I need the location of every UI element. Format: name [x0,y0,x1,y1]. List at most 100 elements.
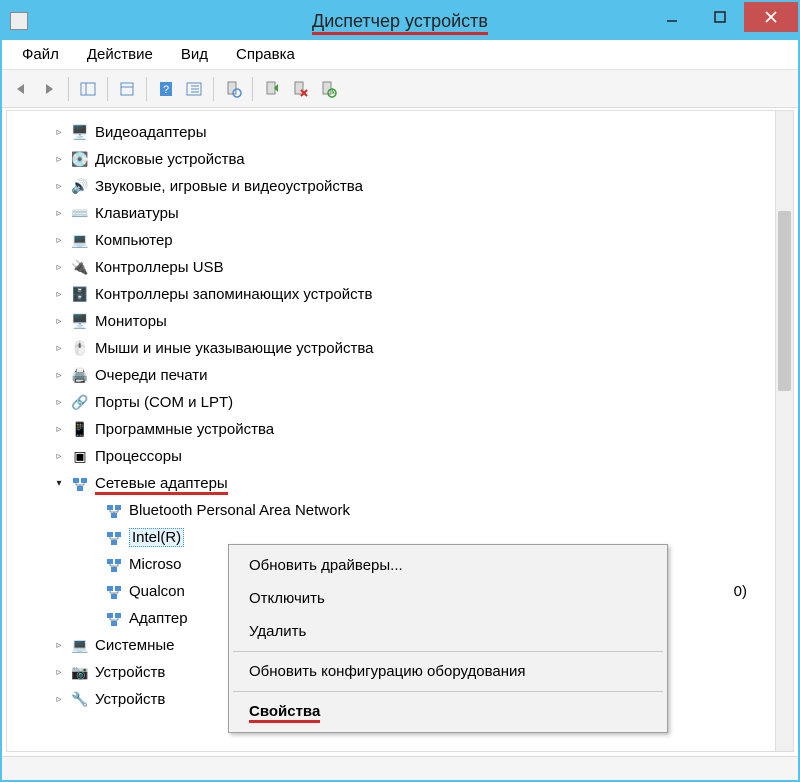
expander-icon[interactable]: ▹ [53,451,65,463]
device-icon: 🗄️ [71,286,89,304]
tree-item-label: Порты (COM и LPT) [95,394,233,411]
tree-category-network[interactable]: ▾ Сетевые адаптеры [53,470,775,497]
ctx-delete[interactable]: Удалить [231,615,665,648]
tree-adapter-item[interactable]: Bluetooth Personal Area Network [53,497,775,524]
tree-category[interactable]: ▹ 🖨️ Очереди печати [53,362,775,389]
vertical-scrollbar[interactable] [775,111,793,751]
scan-hardware-button[interactable] [220,76,246,102]
device-manager-window: Диспетчер устройств Файл Действие Вид Сп… [0,0,800,782]
expander-icon[interactable]: ▹ [53,262,65,274]
tree-category[interactable]: ▹ 🔌 Контроллеры USB [53,254,775,281]
context-menu: Обновить драйверы... Отключить Удалить О… [228,544,668,733]
expander-icon[interactable]: ▹ [53,289,65,301]
ctx-disable[interactable]: Отключить [231,582,665,615]
tree-item-label: Системные [95,637,174,654]
tree-item-label: Сетевые адаптеры [95,475,228,492]
expander-icon[interactable]: ▹ [53,640,65,652]
ctx-update-drivers[interactable]: Обновить драйверы... [231,549,665,582]
nav-forward-button[interactable] [36,76,62,102]
tree-item-label: Клавиатуры [95,205,179,222]
tree-item-label: Дисковые устройства [95,151,245,168]
ctx-properties[interactable]: Свойства [231,695,665,728]
expander-icon[interactable]: ▹ [53,316,65,328]
tree-category[interactable]: ▹ ▣ Процессоры [53,443,775,470]
maximize-button[interactable] [696,2,744,32]
update-driver-button[interactable] [315,76,341,102]
tree-item-label: Контроллеры запоминающих устройств [95,286,372,303]
expander-icon[interactable]: ▹ [53,154,65,166]
tree-item-label: Процессоры [95,448,182,465]
show-hide-tree-button[interactable] [75,76,101,102]
expander-icon[interactable]: ▹ [53,208,65,220]
toolbar-separator [252,77,253,101]
menubar: Файл Действие Вид Справка [2,40,798,70]
network-adapter-icon [105,502,123,520]
toolbar-separator [146,77,147,101]
close-button[interactable] [744,2,798,32]
properties-button[interactable] [114,76,140,102]
tree-item-label: Видеоадаптеры [95,124,207,141]
expander-icon[interactable]: ▹ [53,424,65,436]
expander-icon[interactable]: ▹ [53,181,65,193]
tree-category[interactable]: ▹ ⌨️ Клавиатуры [53,200,775,227]
expander-icon[interactable]: ▹ [53,343,65,355]
minimize-button[interactable] [648,2,696,32]
network-adapter-icon [105,529,123,547]
device-icon: ⌨️ [71,205,89,223]
device-icon [71,475,89,493]
network-adapter-icon [105,556,123,574]
menu-view[interactable]: Вид [167,42,222,67]
menu-file[interactable]: Файл [8,42,73,67]
tree-category[interactable]: ▹ 💻 Компьютер [53,227,775,254]
expander-icon[interactable]: ▾ [53,478,65,490]
tree-category[interactable]: ▹ 💽 Дисковые устройства [53,146,775,173]
tree-category[interactable]: ▹ 📱 Программные устройства [53,416,775,443]
tree-category[interactable]: ▹ 🔊 Звуковые, игровые и видеоустройства [53,173,775,200]
tree-category[interactable]: ▹ 🖥️ Видеоадаптеры [53,119,775,146]
expander-icon[interactable]: ▹ [53,694,65,706]
tree-item-label: Bluetooth Personal Area Network [129,502,350,519]
svg-text:?: ? [163,84,169,96]
expander-icon[interactable]: ▹ [53,127,65,139]
tree-item-label: Компьютер [95,232,173,249]
menu-action[interactable]: Действие [73,42,167,67]
tree-category[interactable]: ▹ 🖱️ Мыши и иные указывающие устройства [53,335,775,362]
device-icon: 🖥️ [71,124,89,142]
tree-item-label: Адаптер [129,610,188,627]
expander-icon[interactable]: ▹ [53,667,65,679]
titlebar: Диспетчер устройств [2,2,798,40]
expander-icon[interactable]: ▹ [53,235,65,247]
nav-back-button[interactable] [8,76,34,102]
menu-help[interactable]: Справка [222,42,309,67]
action-button[interactable] [181,76,207,102]
expander-spacer [87,505,99,517]
device-icon: 💽 [71,151,89,169]
expander-spacer [87,532,99,544]
toolbar: ? [2,70,798,108]
scrollbar-thumb[interactable] [778,211,791,391]
toolbar-separator [68,77,69,101]
tree-item-label: Мыши и иные указывающие устройства [95,340,373,357]
tree-item-label: Qualcon [129,583,185,600]
tree-item-label: Контроллеры USB [95,259,224,276]
uninstall-device-button[interactable] [287,76,313,102]
device-icon: 📷 [71,664,89,682]
device-icon: 🔊 [71,178,89,196]
ctx-scan-hardware[interactable]: Обновить конфигурацию оборудования [231,655,665,688]
expander-spacer [87,559,99,571]
device-icon: 🔌 [71,259,89,277]
tree-category[interactable]: ▹ 🖥️ Мониторы [53,308,775,335]
tree-category[interactable]: ▹ 🗄️ Контроллеры запоминающих устройств [53,281,775,308]
ctx-separator [233,691,663,692]
device-icon: 📱 [71,421,89,439]
tree-category[interactable]: ▹ 🔗 Порты (COM и LPT) [53,389,775,416]
device-icon: 🖥️ [71,313,89,331]
tree-item-label: Устройств [95,664,165,681]
device-icon: 🔗 [71,394,89,412]
tree-item-label: Устройств [95,691,165,708]
help-button[interactable]: ? [153,76,179,102]
expander-icon[interactable]: ▹ [53,370,65,382]
expander-icon[interactable]: ▹ [53,397,65,409]
network-adapter-icon [105,610,123,628]
enable-device-button[interactable] [259,76,285,102]
